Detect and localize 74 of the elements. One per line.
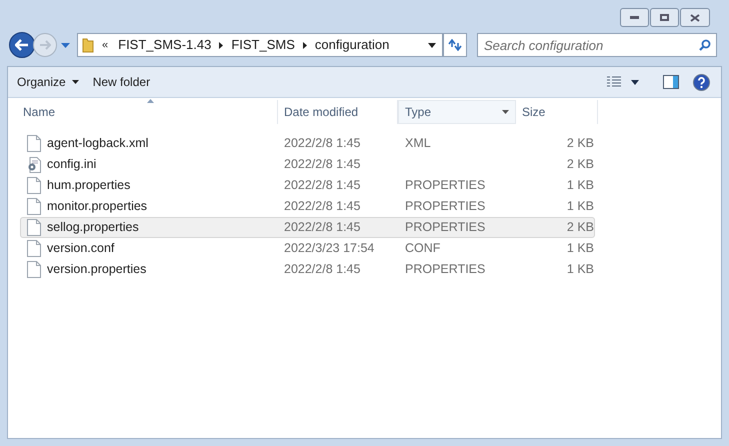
- date-modified: 2022/2/8 1:45: [283, 198, 362, 216]
- toolbar-button[interactable]: Organize: [11, 70, 85, 94]
- file-type: XML: [405, 136, 431, 150]
- date-modified: 2022/3/23 17:54: [283, 240, 376, 258]
- breadcrumb-arrow-icon[interactable]: [219, 42, 224, 48]
- back-button[interactable]: [9, 32, 35, 58]
- breadcrumb-arrow-icon[interactable]: [302, 42, 307, 48]
- file-name: config.ini: [47, 156, 96, 174]
- file-row[interactable]: config.ini 2022/2/8 1:45 2 KB: [20, 154, 595, 175]
- date-modified: 2022/2/8 1:45: [283, 135, 362, 152]
- file-icon: [27, 177, 41, 194]
- settings-file-icon: [27, 156, 41, 172]
- recent-pages-caret-icon[interactable]: [61, 42, 70, 48]
- address-bar[interactable]: « FIST_SMS-1.43 FIST_SMS configuration: [77, 33, 443, 57]
- refresh-button[interactable]: [443, 33, 467, 57]
- file-icon: [27, 135, 41, 152]
- refresh-icon: [448, 39, 462, 51]
- file-size: 1 KB: [566, 240, 594, 258]
- caret-icon: [72, 80, 79, 84]
- date-modified: 2022/2/8 1:45: [283, 219, 362, 236]
- column-header[interactable]: Name: [17, 100, 278, 124]
- close-button[interactable]: [680, 8, 710, 27]
- file-row[interactable]: agent-logback.xml 2022/2/8 1:45 XML 2 KB: [20, 133, 595, 154]
- close-icon: [690, 14, 700, 22]
- file-name: version.conf: [47, 240, 114, 258]
- search-field[interactable]: Search configuration: [477, 33, 717, 57]
- file-size: 2 KB: [566, 156, 594, 174]
- date-modified: 2022/2/8 1:45: [283, 156, 362, 174]
- caret-icon[interactable]: [502, 110, 509, 114]
- preview-pane-icon[interactable]: [663, 75, 679, 89]
- date-modified: 2022/2/8 1:45: [283, 261, 362, 278]
- file-icon: [27, 261, 41, 278]
- file-row[interactable]: hum.properties 2022/2/8 1:45 PROPERTIES 1 KB: [20, 175, 595, 196]
- file-icon: [27, 240, 41, 257]
- file-icon: [27, 219, 41, 236]
- file-row[interactable]: version.properties 2022/2/8 1:45 PROPERTIES 1 KB: [20, 259, 595, 280]
- file-name: agent-logback.xml: [47, 135, 148, 152]
- overflow-chevron[interactable]: «: [102, 36, 108, 54]
- arrow-right-icon: [39, 40, 51, 50]
- maximize-button[interactable]: [650, 8, 679, 27]
- column-header[interactable]: Size: [516, 100, 598, 124]
- breadcrumb[interactable]: configuration: [312, 35, 392, 55]
- caret-icon[interactable]: [631, 80, 639, 84]
- file-type: PROPERTIES: [405, 178, 486, 192]
- arrow-left-icon: [15, 39, 29, 51]
- file-type: PROPERTIES: [405, 199, 486, 214]
- file-row[interactable]: sellog.properties 2022/2/8 1:45 PROPERTIES 2 KB: [20, 217, 595, 238]
- toolbar-button[interactable]: New folder: [86, 70, 156, 94]
- file-type: PROPERTIES: [405, 220, 486, 234]
- file-name: hum.properties: [47, 177, 130, 194]
- file-name: version.properties: [47, 261, 146, 278]
- file-size: 1 KB: [566, 261, 594, 278]
- help-icon[interactable]: [693, 74, 710, 90]
- file-size: 2 KB: [566, 135, 594, 152]
- file-size: 1 KB: [566, 177, 594, 194]
- file-name: monitor.properties: [47, 198, 148, 216]
- sort-arrow-icon: [147, 99, 154, 103]
- file-row[interactable]: version.conf 2022/3/23 17:54 CONF 1 KB: [20, 238, 595, 259]
- view-list-icon[interactable]: [607, 76, 621, 88]
- minimize-button[interactable]: [620, 8, 649, 27]
- file-type: CONF: [405, 241, 440, 256]
- file-size: 1 KB: [566, 198, 594, 216]
- file-icon: [27, 198, 41, 215]
- breadcrumb[interactable]: FIST_SMS-1.43: [116, 35, 214, 55]
- dropdown-caret-icon[interactable]: [428, 42, 436, 48]
- date-modified: 2022/2/8 1:45: [283, 177, 362, 194]
- folder-icon: [82, 37, 94, 53]
- file-size: 2 KB: [566, 219, 594, 236]
- column-header[interactable]: Type: [398, 100, 516, 124]
- file-name: sellog.properties: [47, 219, 139, 236]
- search-icon[interactable]: [699, 39, 711, 51]
- file-type: PROPERTIES: [405, 262, 486, 276]
- file-row[interactable]: monitor.properties 2022/2/8 1:45 PROPERTIES 1 KB: [20, 196, 595, 217]
- breadcrumb[interactable]: FIST_SMS: [229, 35, 297, 55]
